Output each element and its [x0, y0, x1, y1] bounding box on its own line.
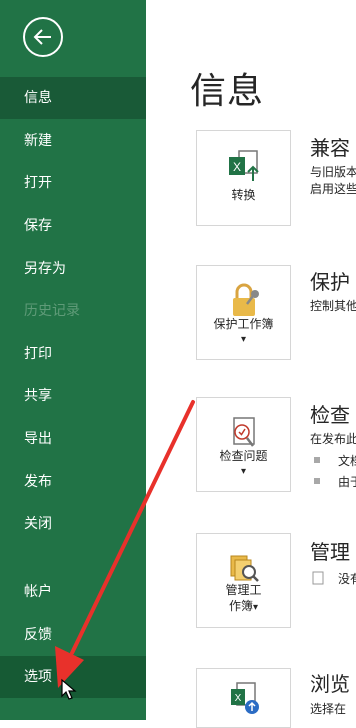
mouse-cursor-icon: [61, 678, 77, 700]
annotation-arrow: [55, 400, 195, 688]
